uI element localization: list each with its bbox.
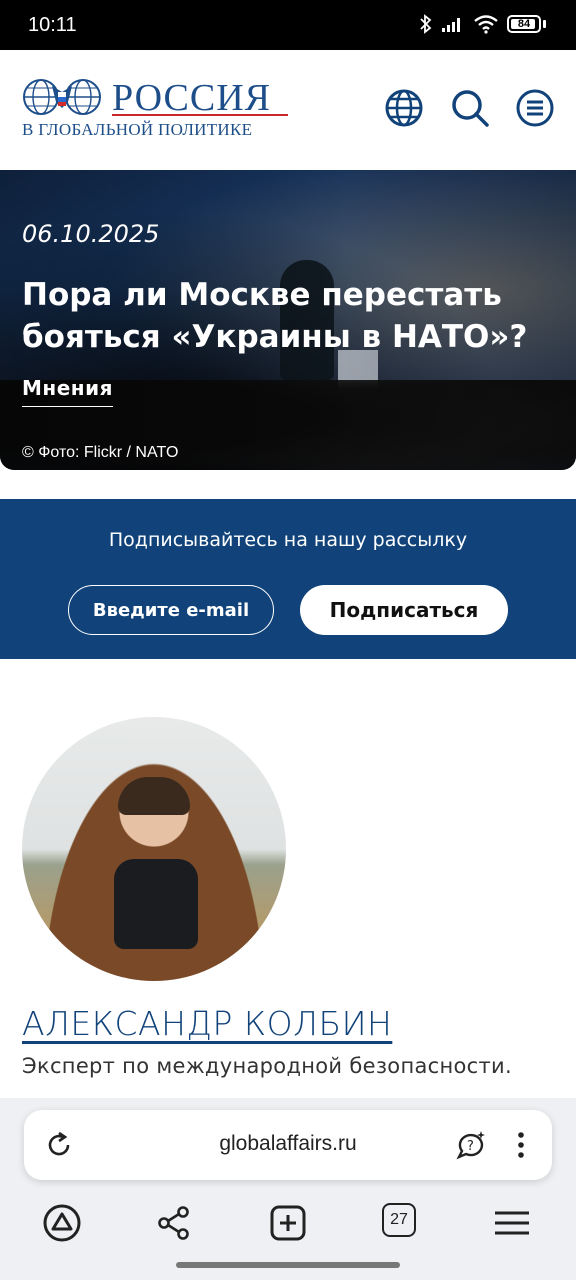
menu-circle-icon[interactable] [515,88,555,128]
battery-icon: 84 [507,15,541,33]
signal-icon [442,18,460,32]
status-bar: 10:11 84 [0,0,576,50]
tabs-icon[interactable]: 27 [382,1203,416,1237]
newsletter-title: Подписывайтесь на нашу рассылку [108,529,468,551]
address-bar[interactable]: globalaffairs.ru ? [24,1110,552,1180]
article-category[interactable]: Мнения [22,376,113,407]
browser-navbar: 27 [0,1195,576,1255]
share-icon[interactable] [154,1203,194,1243]
article-headline[interactable]: Пора ли Москве перестать бояться «Украин… [22,274,552,358]
status-time: 10:11 [28,14,77,36]
logo-title: РОССИЯ [112,77,271,119]
home-indicator[interactable] [176,1262,400,1268]
menu-icon[interactable] [492,1203,532,1243]
ai-assistant-icon[interactable]: ? [454,1128,488,1162]
author-name-link[interactable]: АЛЕКСАНДР КОЛБИН [22,1004,392,1043]
email-field[interactable]: Введите e-mail [68,585,274,635]
status-icons: 84 [419,14,546,34]
site-logo[interactable]: РОССИЯ В ГЛОБАЛЬНОЙ ПОЛИТИКЕ [22,77,292,139]
svg-text:?: ? [467,1139,474,1154]
battery-level: 84 [517,18,531,30]
article-date: 06.10.2025 [22,220,160,248]
author-avatar[interactable] [22,717,286,981]
logo-subtitle: В ГЛОБАЛЬНОЙ ПОЛИТИКЕ [22,120,253,139]
globes-logo-icon [23,79,101,115]
home-alice-icon[interactable] [42,1203,82,1243]
wifi-icon [474,15,498,34]
author-description: Эксперт по международной безопасности. [22,1054,512,1078]
site-header: РОССИЯ В ГЛОБАЛЬНОЙ ПОЛИТИКЕ [0,50,576,170]
globe-language-icon[interactable] [384,88,424,128]
new-tab-icon[interactable] [268,1203,308,1243]
subscribe-button[interactable]: Подписаться [300,585,508,635]
bluetooth-icon [420,14,432,34]
hero-article[interactable]: 06.10.2025 Пора ли Москве перестать боят… [0,170,576,470]
more-menu-icon[interactable] [504,1128,538,1162]
photo-credit: © Фото: Flickr / NATO [22,444,179,461]
newsletter-section: Подписывайтесь на нашу рассылку Введите … [0,499,576,659]
search-icon[interactable] [450,88,490,128]
